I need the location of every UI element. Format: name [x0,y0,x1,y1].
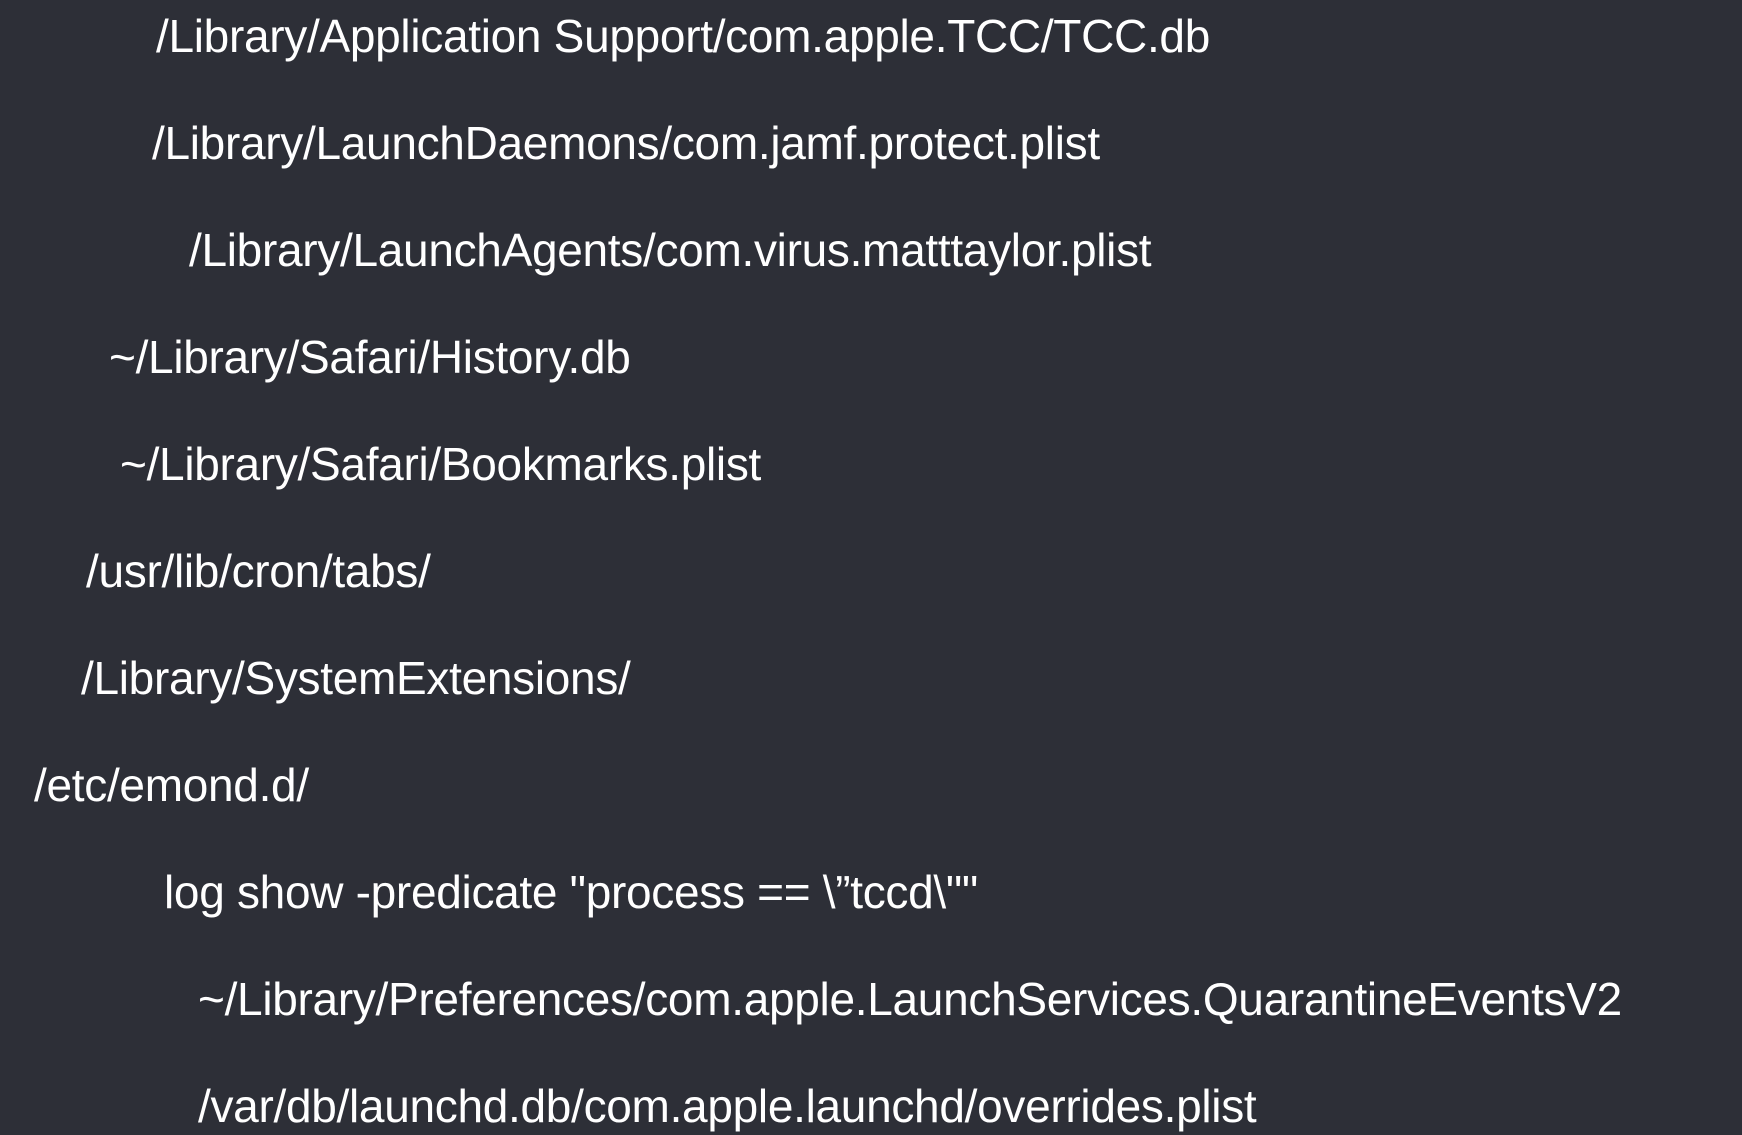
path-emond: /etc/emond.d/ [34,759,309,811]
path-safari-bookmarks: ~/Library/Safari/Bookmarks.plist [120,438,762,490]
path-cron-tabs: /usr/lib/cron/tabs/ [86,545,431,597]
path-safari-history: ~/Library/Safari/History.db [109,331,631,383]
slide-canvas: /Library/Application Support/com.apple.T… [0,0,1742,1135]
path-virus-launch-agent: /Library/LaunchAgents/com.virus.matttayl… [189,224,1152,276]
path-launchd-overrides: /var/db/launchd.db/com.apple.launchd/ove… [198,1080,1257,1132]
log-show-command: log show -predicate "process == \”tccd\"… [164,866,978,918]
path-system-extensions: /Library/SystemExtensions/ [81,652,631,704]
path-jamf-protect-plist: /Library/LaunchDaemons/com.jamf.protect.… [152,117,1100,169]
path-quarantine-events: ~/Library/Preferences/com.apple.LaunchSe… [198,973,1622,1025]
path-tcc-db: /Library/Application Support/com.apple.T… [156,10,1210,62]
